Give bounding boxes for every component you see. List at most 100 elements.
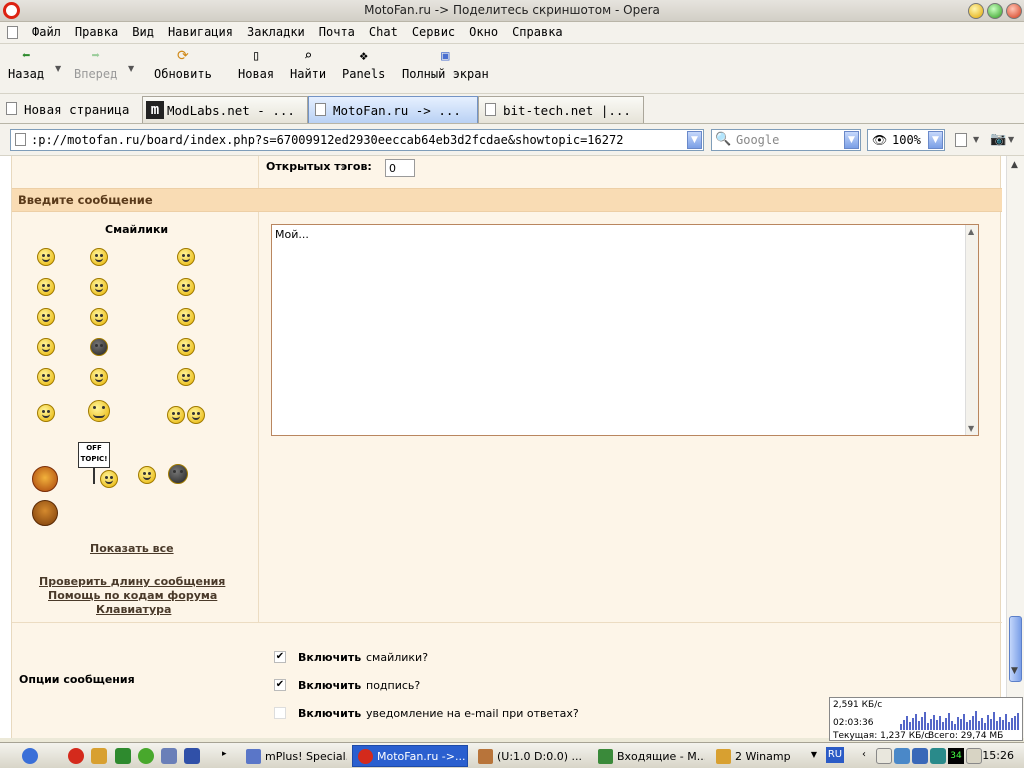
task-motofan[interactable]: MotoFan.ru ->...: [352, 745, 468, 767]
new-page-button[interactable]: ▯ Новая: [238, 48, 274, 81]
search-engine-dropdown-icon[interactable]: ▼: [844, 131, 859, 149]
display-tray-icon[interactable]: [912, 748, 928, 764]
menu-window[interactable]: Окно: [469, 25, 498, 39]
zoom-select[interactable]: 👁 100% ▼: [867, 129, 945, 151]
task-mplus[interactable]: mPlus! Special...: [240, 745, 348, 767]
tab-motofan[interactable]: MotoFan.ru -> ...: [308, 96, 478, 123]
document-icon[interactable]: [7, 26, 18, 39]
forward-button[interactable]: ➡ Вперед: [74, 48, 117, 81]
pencil-icon[interactable]: [91, 748, 107, 764]
tab-modlabs[interactable]: m ModLabs.net - ...: [142, 96, 308, 123]
smiley-icon[interactable]: [37, 308, 55, 326]
signature-checkbox[interactable]: ✔: [274, 679, 286, 691]
page-scrollbar[interactable]: ▲ ▼: [1006, 156, 1024, 738]
tab-bit-tech[interactable]: bit-tech.net |...: [478, 96, 644, 123]
minimize-button[interactable]: [968, 3, 984, 19]
toast-smiley-icon[interactable]: [187, 406, 205, 424]
quicklaunch-more-icon[interactable]: ▸: [222, 749, 227, 759]
menu-bookmarks[interactable]: Закладки: [247, 25, 305, 39]
smiley-icon[interactable]: [90, 368, 108, 386]
task-inbox[interactable]: Входящие - M...: [592, 745, 706, 767]
open-tags-input[interactable]: 0: [385, 159, 415, 177]
email-notify-checkbox[interactable]: [274, 707, 286, 719]
clock-app-icon[interactable]: [115, 748, 131, 764]
menu-view[interactable]: Вид: [132, 25, 154, 39]
cheering-smiley-icon[interactable]: [88, 400, 110, 422]
reload-button[interactable]: ⟳ Обновить: [154, 48, 212, 81]
smiley-icon[interactable]: [37, 368, 55, 386]
menu-mail[interactable]: Почта: [319, 25, 355, 39]
smiley-icon[interactable]: [90, 308, 108, 326]
reload-icon: ⟳: [177, 48, 189, 64]
camera-icon[interactable]: 📷: [990, 132, 1006, 147]
language-indicator[interactable]: RU: [826, 747, 844, 763]
back-dropdown-icon[interactable]: ▼: [55, 64, 61, 73]
close-button[interactable]: [1006, 3, 1022, 19]
offtopic-smiley-icon[interactable]: [100, 470, 118, 488]
menu-chat[interactable]: Chat: [369, 25, 398, 39]
scroll-up-icon[interactable]: ▲: [968, 227, 974, 236]
scroll-up-icon[interactable]: ▲: [1011, 160, 1018, 170]
icq-flower-icon[interactable]: [138, 748, 154, 764]
opera-icon[interactable]: [68, 748, 84, 764]
smiley-icon[interactable]: [37, 248, 55, 266]
forward-dropdown-icon[interactable]: ▼: [128, 64, 134, 73]
maximize-button[interactable]: [987, 3, 1003, 19]
address-bar: :p://motofan.ru/board/index.php?s=670099…: [0, 124, 1024, 156]
smiley-icon[interactable]: [177, 278, 195, 296]
keyboard-link[interactable]: Клавиатура: [96, 603, 171, 616]
smiley-icon[interactable]: [37, 404, 55, 422]
computer-icon[interactable]: [161, 748, 177, 764]
show-all-smilies-link[interactable]: Показать все: [90, 542, 174, 555]
menu-navigation[interactable]: Навигация: [168, 25, 233, 39]
page-menu-dropdown-icon[interactable]: ▼: [973, 135, 979, 144]
camera-dropdown-icon[interactable]: ▼: [1008, 135, 1014, 144]
smiley-icon[interactable]: [90, 248, 108, 266]
textarea-scrollbar[interactable]: ▲ ▼: [965, 225, 978, 435]
bbcode-help-link[interactable]: Помощь по кодам форума: [48, 589, 217, 602]
task-torrent[interactable]: (U:1.0 D:0.0) ...: [472, 745, 588, 767]
smiley-icon[interactable]: [177, 308, 195, 326]
check-length-link[interactable]: Проверить длину сообщения: [39, 575, 225, 588]
smiley-icon[interactable]: [90, 278, 108, 296]
ninja-smiley-icon[interactable]: [168, 464, 188, 484]
tray-expand-icon[interactable]: ‹: [862, 749, 866, 760]
panels-button[interactable]: ❖ Panels: [342, 48, 385, 81]
volume-tray-icon[interactable]: [966, 748, 982, 764]
smilies-checkbox[interactable]: ✔: [274, 651, 286, 663]
search-input[interactable]: 🔍 Google ▼: [711, 129, 861, 151]
fullscreen-button[interactable]: ▣ Полный экран: [402, 48, 489, 81]
smiley-icon[interactable]: [37, 338, 55, 356]
scroll-down-icon[interactable]: ▼: [1011, 666, 1018, 676]
find-button[interactable]: ⌕ Найти: [290, 48, 326, 81]
offtopic-sign[interactable]: OFF TOPIC!: [78, 442, 110, 468]
page-menu-icon[interactable]: [955, 133, 967, 147]
smiley-icon[interactable]: [177, 248, 195, 266]
ninja-smiley-icon[interactable]: [90, 338, 108, 356]
floppy-icon[interactable]: [184, 748, 200, 764]
tab-new-page[interactable]: Новая страница: [0, 96, 140, 123]
fight-smiley-icon[interactable]: [138, 466, 156, 484]
network-tray-icon[interactable]: [894, 748, 910, 764]
smiley-icon[interactable]: [177, 338, 195, 356]
url-input[interactable]: :p://motofan.ru/board/index.php?s=670099…: [10, 129, 704, 151]
menu-edit[interactable]: Правка: [75, 25, 118, 39]
devil-smiley-icon[interactable]: [32, 500, 58, 526]
url-dropdown-icon[interactable]: ▼: [687, 131, 702, 149]
menu-file[interactable]: Файл: [32, 25, 61, 39]
task-winamp[interactable]: 2 Winamp ▼: [710, 745, 822, 767]
smiley-icon[interactable]: [37, 278, 55, 296]
antivirus-tray-icon[interactable]: [930, 748, 946, 764]
tray-number-indicator[interactable]: 34: [948, 748, 964, 764]
lion-smiley-icon[interactable]: [32, 466, 58, 492]
message-textarea[interactable]: Мой... ▲ ▼: [271, 224, 979, 436]
menu-tools[interactable]: Сервис: [412, 25, 455, 39]
back-button[interactable]: ⬅ Назад: [8, 48, 44, 81]
mail-tray-icon[interactable]: [876, 748, 892, 764]
start-apple-icon[interactable]: [22, 748, 38, 764]
toast-smiley-icon[interactable]: [167, 406, 185, 424]
scroll-down-icon[interactable]: ▼: [968, 424, 974, 433]
zoom-dropdown-icon[interactable]: ▼: [928, 131, 943, 149]
menu-help[interactable]: Справка: [512, 25, 563, 39]
cool-smiley-icon[interactable]: [177, 368, 195, 386]
